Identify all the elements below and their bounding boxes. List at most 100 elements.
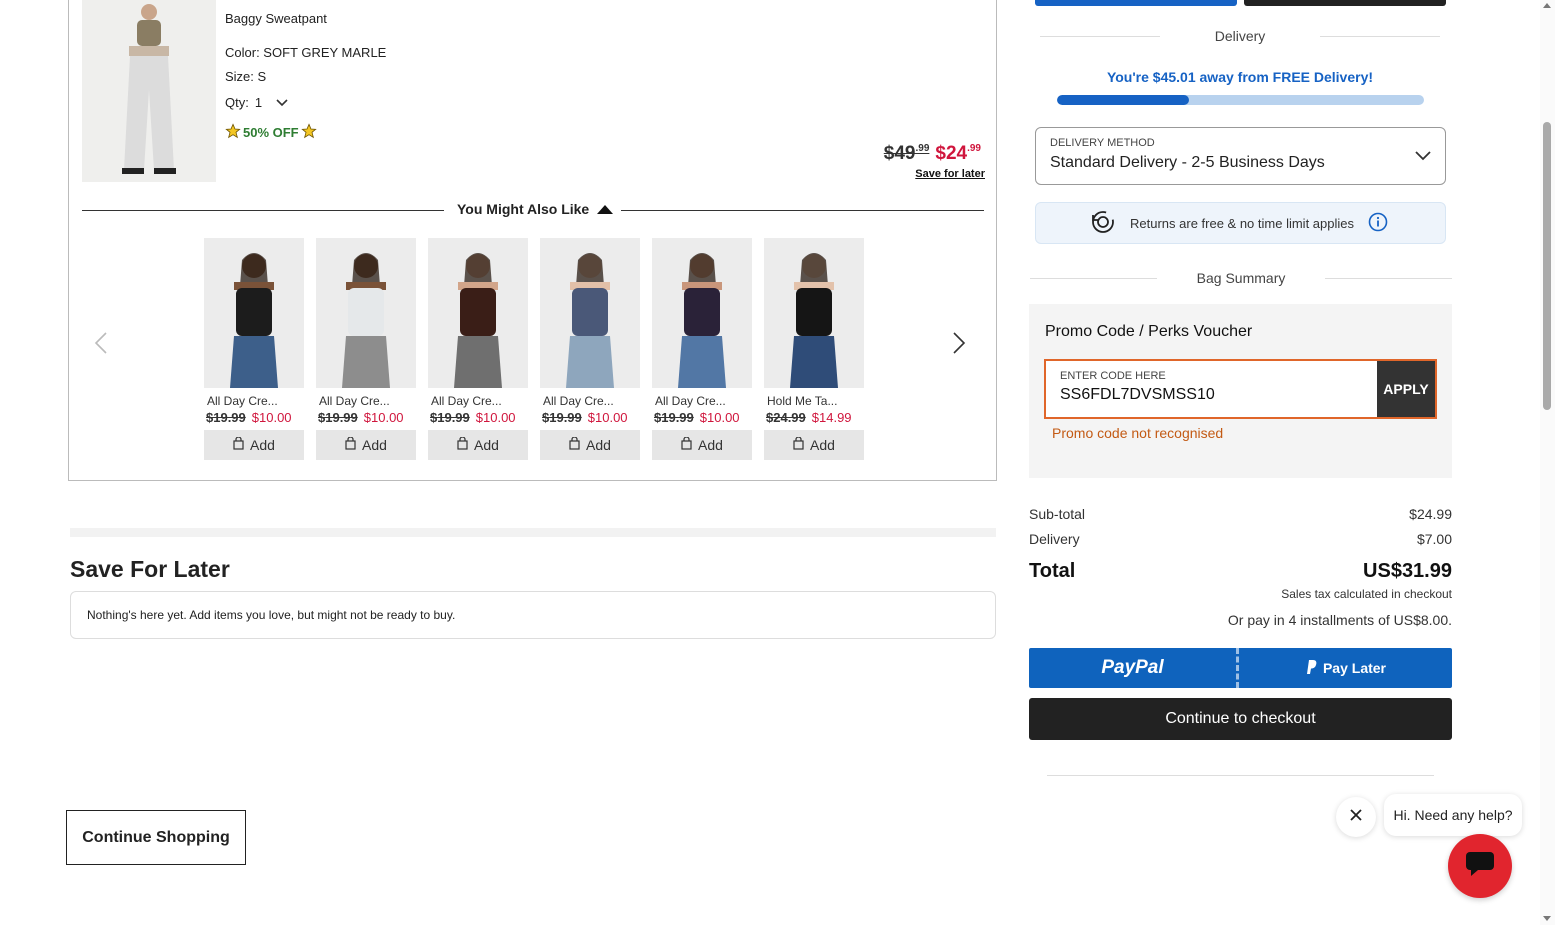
product-size: Size: S: [225, 69, 267, 84]
recommendation-name[interactable]: All Day Cre...: [428, 394, 528, 408]
promo-title: Promo Code / Perks Voucher: [1045, 323, 1253, 340]
recommendations-title[interactable]: You Might Also Like: [457, 201, 614, 217]
bag-icon: [233, 436, 244, 453]
star-icon: [300, 123, 317, 142]
free-delivery-message: You're $45.01 away from FREE Delivery!: [1106, 69, 1374, 85]
product-name[interactable]: Baggy Sweatpant: [225, 11, 327, 26]
add-to-bag-button[interactable]: Add: [764, 430, 864, 460]
pay-later-button[interactable]: Pay Later: [1239, 648, 1452, 688]
recommendation-name[interactable]: All Day Cre...: [316, 394, 416, 408]
scroll-up-arrow[interactable]: [1543, 3, 1551, 8]
recommendation-name[interactable]: All Day Cre...: [652, 394, 752, 408]
qty-value: 1: [254, 95, 263, 110]
delivery-row: Delivery $7.00: [1029, 531, 1452, 547]
product-price: $49.99 $24.99: [884, 143, 981, 165]
add-to-bag-button[interactable]: Add: [652, 430, 752, 460]
product-image[interactable]: [82, 0, 216, 182]
top-dark-button[interactable]: [1244, 0, 1446, 6]
recommendation-image[interactable]: [204, 238, 304, 388]
carousel-prev-button[interactable]: [90, 330, 114, 356]
returns-text: Returns are free & no time limit applies: [1130, 215, 1354, 231]
save-for-later-empty: Nothing's here yet. Add items you love, …: [70, 591, 996, 639]
recommendation-image[interactable]: [316, 238, 416, 388]
bag-summary-heading-text: Bag Summary: [1196, 270, 1286, 286]
delivery-method-label: DELIVERY METHOD: [1050, 137, 1155, 149]
recommendation-name[interactable]: All Day Cre...: [540, 394, 640, 408]
discount-badge: 50% OFF: [225, 123, 317, 142]
recommendation-item[interactable]: All Day Cre... $19.99 $10.00 Add: [540, 238, 640, 460]
section-divider: [70, 528, 996, 537]
recommendation-name[interactable]: All Day Cre...: [204, 394, 304, 408]
save-for-later-title: Save For Later: [70, 556, 230, 582]
recommendations-header[interactable]: You Might Also Like: [82, 200, 984, 220]
add-to-bag-button[interactable]: Add: [204, 430, 304, 460]
chat-close-button[interactable]: [1336, 797, 1376, 837]
divider: [82, 210, 444, 211]
recommendation-now-price: $10.00: [251, 410, 292, 425]
page-scrollbar[interactable]: [1540, 0, 1555, 925]
tax-note: Sales tax calculated in checkout: [1281, 587, 1452, 601]
promo-code-label: ENTER CODE HERE: [1060, 370, 1166, 382]
chat-greeting-bubble[interactable]: Hi. Need any help?: [1384, 794, 1522, 836]
total-label: Total: [1029, 560, 1076, 582]
add-to-bag-button[interactable]: Add: [316, 430, 416, 460]
promo-panel: Promo Code / Perks Voucher ENTER CODE HE…: [1029, 304, 1452, 478]
recommendation-now-price: $10.00: [475, 410, 516, 425]
chevron-down-icon: [1415, 148, 1431, 166]
recommendation-prices: $24.99 $14.99: [764, 410, 864, 425]
promo-code-field: ENTER CODE HERE APPLY: [1044, 359, 1437, 419]
add-label: Add: [250, 437, 275, 453]
add-label: Add: [586, 437, 611, 453]
add-to-bag-button[interactable]: Add: [540, 430, 640, 460]
chat-launcher-button[interactable]: [1448, 834, 1512, 898]
delivery-value: $7.00: [1416, 531, 1452, 547]
bag-icon: [681, 436, 692, 453]
paypal-button[interactable]: PayPal: [1029, 648, 1239, 688]
recommendation-prices: $19.99 $10.00: [316, 410, 416, 425]
add-to-bag-button[interactable]: Add: [428, 430, 528, 460]
recommendation-was-price: $19.99: [430, 410, 470, 425]
save-for-later-link[interactable]: Save for later: [915, 168, 985, 180]
quantity-selector[interactable]: Qty: 1: [225, 95, 288, 110]
recommendation-item[interactable]: All Day Cre... $19.99 $10.00 Add: [316, 238, 416, 460]
apply-promo-button[interactable]: APPLY: [1377, 361, 1435, 417]
delivery-method-select[interactable]: DELIVERY METHOD Standard Delivery - 2-5 …: [1035, 127, 1446, 185]
carousel-next-button[interactable]: [946, 330, 970, 356]
top-blue-button[interactable]: [1035, 0, 1237, 6]
continue-shopping-button[interactable]: Continue Shopping: [66, 810, 246, 865]
subtotal-row: Sub-total $24.99: [1029, 506, 1452, 522]
recommendation-name[interactable]: Hold Me Ta...: [764, 394, 864, 408]
bag-summary-heading: Bag Summary: [1030, 268, 1453, 288]
continue-to-checkout-button[interactable]: Continue to checkout: [1029, 698, 1452, 740]
info-icon[interactable]: [1368, 212, 1388, 235]
recommendation-image[interactable]: [428, 238, 528, 388]
paypal-logo-text: PayPal: [1101, 657, 1164, 678]
delivery-heading: Delivery: [1040, 26, 1441, 46]
delivery-method-value: Standard Delivery - 2-5 Business Days: [1050, 154, 1325, 171]
divider: [621, 210, 984, 211]
bag-icon: [457, 436, 468, 453]
installments-note: Or pay in 4 installments of US$8.00.: [1227, 612, 1452, 628]
recommendation-item[interactable]: All Day Cre... $19.99 $10.00 Add: [652, 238, 752, 460]
delivery-label: Delivery: [1029, 531, 1080, 547]
recommendation-now-price: $10.00: [699, 410, 740, 425]
recommendation-image[interactable]: [764, 238, 864, 388]
recommendation-item[interactable]: All Day Cre... $19.99 $10.00 Add: [428, 238, 528, 460]
badge-text: 50% OFF: [243, 125, 299, 140]
scroll-down-arrow[interactable]: [1543, 916, 1551, 921]
recommendation-image[interactable]: [540, 238, 640, 388]
recommendation-image[interactable]: [652, 238, 752, 388]
bag-icon: [793, 436, 804, 453]
add-label: Add: [362, 437, 387, 453]
promo-code-input[interactable]: [1060, 386, 1360, 404]
chevron-down-icon: [276, 95, 288, 110]
recommendation-prices: $19.99 $10.00: [428, 410, 528, 425]
recommendation-now-price: $10.00: [363, 410, 404, 425]
recommendation-was-price: $24.99: [766, 410, 806, 425]
recommendation-was-price: $19.99: [654, 410, 694, 425]
recommendation-item[interactable]: All Day Cre... $19.99 $10.00 Add: [204, 238, 304, 460]
product-color: Color: SOFT GREY MARLE: [225, 45, 387, 60]
recommendation-item[interactable]: Hold Me Ta... $24.99 $14.99 Add: [764, 238, 864, 460]
add-label: Add: [698, 437, 723, 453]
scroll-thumb[interactable]: [1543, 122, 1551, 410]
